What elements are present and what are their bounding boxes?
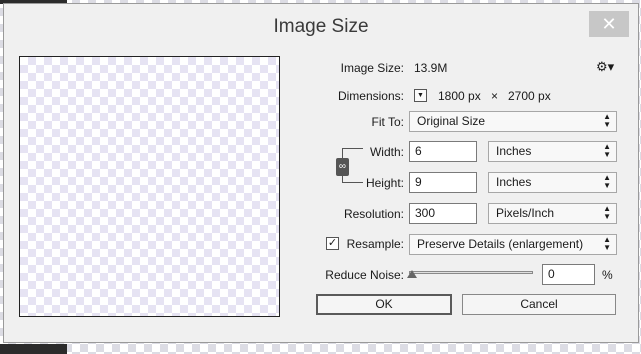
width-input[interactable]: 6 [409,141,477,162]
dimensions-height: 2700 px [508,89,551,103]
width-label: Width: [369,145,404,159]
resolution-label: Resolution: [343,207,404,221]
resample-select[interactable]: Preserve Details (enlargement) ▲ ▼ [409,234,617,255]
width-unit-select[interactable]: Inches ▲ ▼ [488,141,617,162]
fit-to-label: Fit To: [371,115,404,129]
dimensions-label: Dimensions: [337,89,404,103]
fit-to-value: Original Size [417,114,486,128]
close-button[interactable]: ✕ [589,11,629,37]
dimensions-width: 1800 px [438,89,481,103]
height-input[interactable]: 9 [409,172,477,193]
image-size-dialog: Image Size ✕ Image Size: 13.9M ⚙▾ Dimens… [3,3,639,343]
image-size-value: 13.9M [414,61,448,75]
reduce-noise-label: Reduce Noise: [325,268,404,282]
height-unit-select[interactable]: Inches ▲ ▼ [488,172,617,193]
height-unit-value: Inches [496,175,532,189]
select-arrows-icon: ▲ ▼ [603,173,611,190]
dialog-title: Image Size [273,16,369,37]
width-unit-value: Inches [496,144,532,158]
resolution-input[interactable]: 300 [409,203,477,224]
reduce-noise-slider-thumb[interactable] [407,270,417,278]
select-arrows-icon: ▲ ▼ [603,235,611,252]
dimensions-times: × [491,89,499,103]
select-arrows-icon: ▲ ▼ [603,142,611,159]
reduce-noise-slider[interactable] [409,271,533,274]
cancel-button[interactable]: Cancel [462,294,616,315]
resolution-unit-value: Pixels/Inch [496,206,555,220]
image-size-label: Image Size: [340,61,404,75]
image-preview[interactable] [19,56,280,317]
select-arrows-icon: ▲ ▼ [603,204,611,221]
select-arrows-icon: ▲ ▼ [603,112,611,129]
reduce-noise-input[interactable]: 0 [542,264,595,285]
dimensions-unit-dropdown[interactable]: ▼ [414,89,427,102]
background-panel-bottom [0,344,67,354]
gear-icon[interactable]: ⚙▾ [596,59,614,75]
fit-to-select[interactable]: Original Size ▲ ▼ [409,111,617,132]
ok-button[interactable]: OK [316,294,452,315]
resample-value: Preserve Details (enlargement) [417,237,584,251]
resample-checkbox[interactable]: ✓ [326,237,339,250]
reduce-noise-unit: % [602,268,613,282]
resample-label: Resample: [346,237,404,251]
chain-link-icon[interactable]: ∞ [336,158,349,176]
resolution-unit-select[interactable]: Pixels/Inch ▲ ▼ [488,203,617,224]
height-label: Height: [365,176,404,190]
